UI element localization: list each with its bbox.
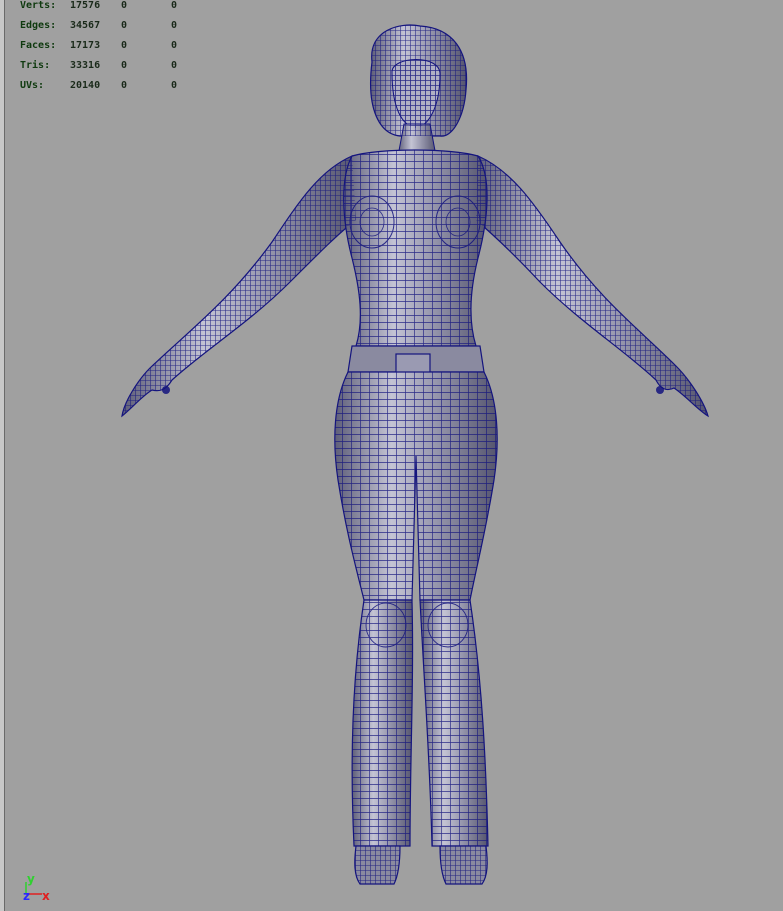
- hud-label: Edges:: [20, 20, 57, 31]
- hud-total: 34567: [70, 20, 101, 31]
- z-axis-label: z: [23, 889, 30, 903]
- hud-selected: 0: [121, 80, 128, 91]
- hud-highlighted: 0: [171, 80, 178, 91]
- hud-row-verts: Verts: 17576 0 0: [20, 0, 190, 20]
- hud-label: Verts:: [20, 0, 57, 11]
- y-axis-label: y: [27, 872, 35, 886]
- hud-label: UVs:: [20, 80, 45, 91]
- hud-total: 33316: [70, 60, 101, 71]
- perspective-viewport[interactable]: Verts: 17576 0 0 Edges: 34567 0 0 Faces:…: [0, 0, 783, 911]
- hud-selected: 0: [121, 20, 128, 31]
- hud-highlighted: 0: [171, 60, 178, 71]
- hud-label: Tris:: [20, 60, 51, 71]
- hud-label: Faces:: [20, 40, 57, 51]
- hud-highlighted: 0: [171, 40, 178, 51]
- hud-total: 20140: [70, 80, 101, 91]
- hud-row-tris: Tris: 33316 0 0: [20, 60, 190, 80]
- hud-highlighted: 0: [171, 0, 178, 11]
- x-axis-label: x: [42, 889, 50, 903]
- hud-selected: 0: [121, 40, 128, 51]
- character-mesh[interactable]: [0, 0, 783, 911]
- hud-row-faces: Faces: 17173 0 0: [20, 40, 190, 60]
- hud-total: 17173: [70, 40, 101, 51]
- hud-selected: 0: [121, 0, 128, 11]
- wireframe-overlay: [122, 25, 708, 884]
- hud-row-uvs: UVs: 20140 0 0: [20, 80, 190, 100]
- axis-indicator: y z x: [23, 872, 50, 903]
- hud-total: 17576: [70, 0, 101, 11]
- hud-highlighted: 0: [171, 20, 178, 31]
- hud-selected: 0: [121, 60, 128, 71]
- poly-count-display: Verts: 17576 0 0 Edges: 34567 0 0 Faces:…: [20, 0, 190, 100]
- hud-row-edges: Edges: 34567 0 0: [20, 20, 190, 40]
